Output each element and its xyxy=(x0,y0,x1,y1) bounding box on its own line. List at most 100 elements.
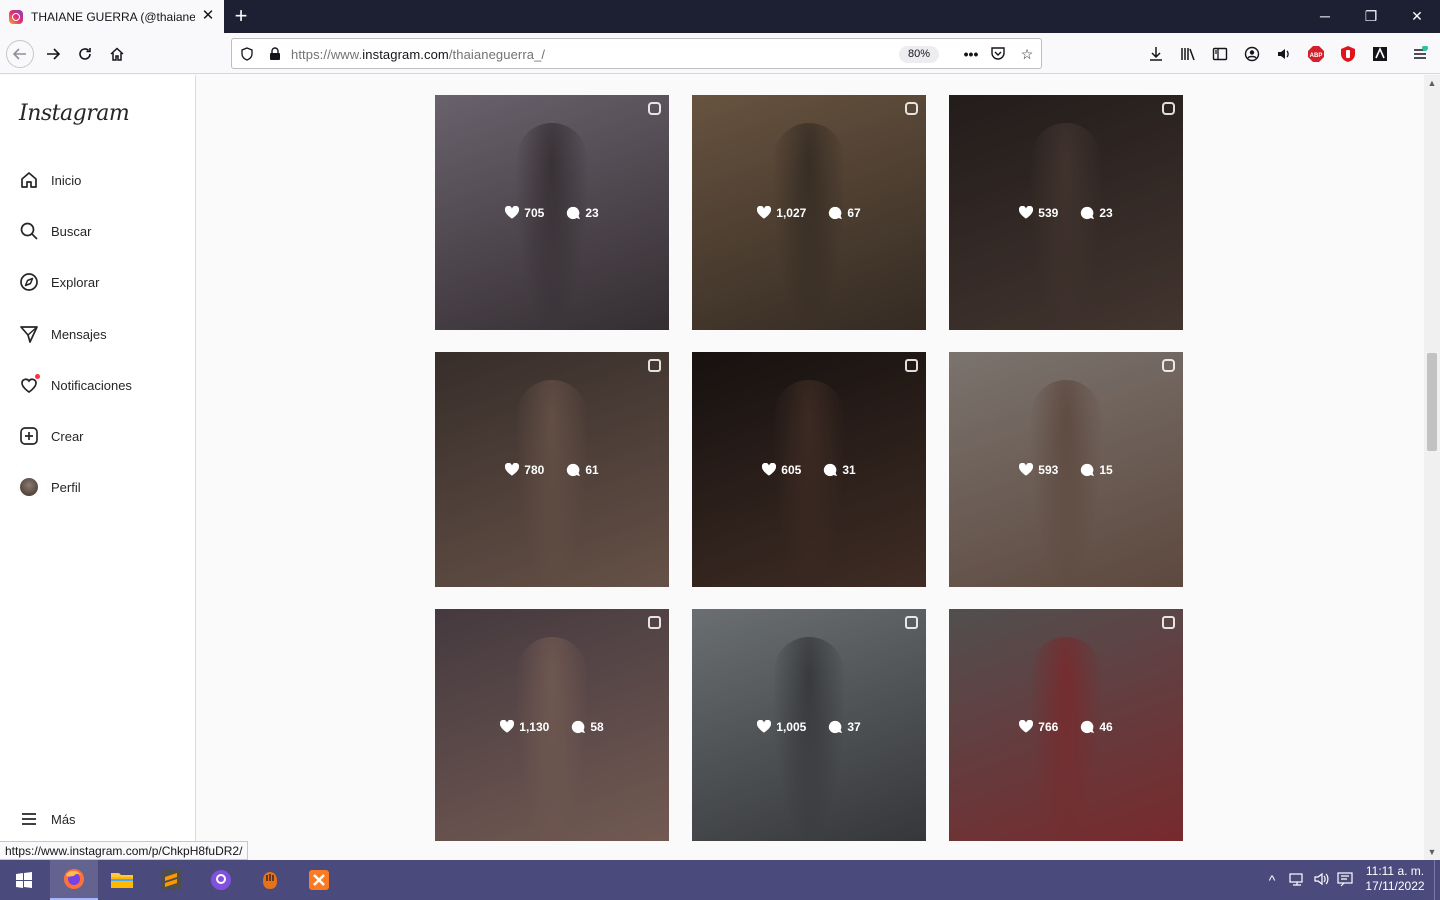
adblock-plus-icon[interactable]: ABP xyxy=(1305,43,1327,65)
forward-button[interactable] xyxy=(39,40,67,68)
zoom-level-badge[interactable]: 80% xyxy=(899,46,939,63)
compass-icon xyxy=(18,271,40,293)
like-count: 539 xyxy=(1019,206,1058,220)
post-thumbnail[interactable]: 605 31 xyxy=(692,352,926,587)
taskbar-xampp[interactable] xyxy=(295,860,343,900)
avatar-wrapper xyxy=(18,476,40,498)
windows-taskbar: ^ 11:11 a. m. 17/11/2022 xyxy=(0,860,1440,900)
home-button[interactable] xyxy=(103,40,131,68)
like-count: 605 xyxy=(762,463,801,477)
taskbar-github-desktop[interactable] xyxy=(197,860,245,900)
windows-start-button[interactable] xyxy=(0,860,48,900)
post-stats: 1,005 37 xyxy=(757,720,861,734)
input-indicator-icon[interactable] xyxy=(1336,871,1354,889)
url-bar[interactable]: https://www.instagram.com/thaianeguerra_… xyxy=(231,38,1042,69)
minimize-button[interactable]: ─ xyxy=(1302,0,1348,33)
post-thumbnail[interactable]: 1,130 58 xyxy=(435,609,669,841)
sidebar-item-inicio[interactable]: Inicio xyxy=(18,165,188,195)
tracking-shield-icon[interactable] xyxy=(238,45,256,63)
restore-button[interactable]: ❐ xyxy=(1348,0,1394,33)
heart-filled-icon xyxy=(505,206,520,219)
taskbar-sublime-text[interactable] xyxy=(147,860,195,900)
taskbar-file-explorer[interactable] xyxy=(98,860,146,900)
sublime-text-icon xyxy=(161,870,181,890)
page-actions-icon[interactable]: ••• xyxy=(962,45,980,63)
instagram-logo[interactable]: Instagram xyxy=(19,101,130,126)
new-tab-button[interactable]: + xyxy=(230,5,252,27)
post-thumbnail[interactable]: 1,005 37 xyxy=(692,609,926,841)
downloads-icon[interactable] xyxy=(1145,43,1167,65)
post-thumbnail[interactable]: 705 23 xyxy=(435,95,669,330)
sidebar-item-label: Buscar xyxy=(51,223,92,239)
browser-titlebar: THAIANE GUERRA (@thaianeguerra_) ✕ + ─ ❐… xyxy=(0,0,1440,33)
sidebar-item-crear[interactable]: Crear xyxy=(18,421,188,451)
post-stats: 1,130 58 xyxy=(500,719,604,734)
instagram-sidebar: Instagram Inicio Buscar Explorar Mensaje… xyxy=(0,75,196,841)
sidebar-item-perfil[interactable]: Perfil xyxy=(18,472,188,502)
heart-icon xyxy=(18,374,40,396)
windows-logo-icon xyxy=(16,872,32,888)
taskbar-app[interactable] xyxy=(246,860,294,900)
more-label: Más xyxy=(51,811,76,827)
page-scrollbar[interactable]: ▲ ▼ xyxy=(1424,75,1440,860)
back-button[interactable] xyxy=(6,40,34,68)
send-icon xyxy=(18,323,40,345)
instagram-favicon-icon xyxy=(9,9,23,24)
volume-icon[interactable] xyxy=(1273,43,1295,65)
heart-filled-icon xyxy=(1019,463,1034,476)
close-window-button[interactable]: ✕ xyxy=(1394,0,1440,33)
comment-bubble-icon xyxy=(828,720,843,734)
clock-time: 11:11 a. m. xyxy=(1365,864,1425,878)
sidebar-item-notificaciones[interactable]: Notificaciones xyxy=(18,370,188,400)
sidebar-item-buscar[interactable]: Buscar xyxy=(18,216,188,246)
lock-icon[interactable] xyxy=(266,45,284,63)
comment-bubble-icon xyxy=(1080,206,1095,220)
extension-icon[interactable] xyxy=(1369,43,1391,65)
ublock-icon[interactable] xyxy=(1337,43,1359,65)
post-thumbnail[interactable]: 1,027 67 xyxy=(692,95,926,330)
post-stats: 780 61 xyxy=(505,463,599,477)
bookmark-star-icon[interactable]: ☆ xyxy=(1018,45,1036,63)
sidebar-item-mas[interactable]: Más xyxy=(18,804,188,834)
tab-close-icon[interactable]: ✕ xyxy=(200,8,216,24)
like-count-value: 593 xyxy=(1038,462,1059,477)
comment-count-value: 58 xyxy=(590,719,604,734)
post-thumbnail[interactable]: 766 46 xyxy=(949,609,1183,841)
like-count: 705 xyxy=(505,206,544,220)
scroll-thumb[interactable] xyxy=(1427,353,1437,451)
sidebar-item-label: Perfil xyxy=(51,479,81,495)
menu-hamburger-icon[interactable] xyxy=(1409,43,1431,65)
sidebar-toggle-icon[interactable] xyxy=(1209,43,1231,65)
sidebar-item-label: Inicio xyxy=(51,172,82,188)
url-text[interactable]: https://www.instagram.com/thaianeguerra_… xyxy=(291,47,545,62)
comment-bubble-icon xyxy=(571,720,586,734)
comment-bubble-icon xyxy=(828,206,843,220)
network-icon[interactable] xyxy=(1288,871,1306,889)
post-thumbnail[interactable]: 780 61 xyxy=(435,352,669,587)
reel-icon xyxy=(1162,359,1175,372)
post-thumbnail[interactable]: 539 23 xyxy=(949,95,1183,330)
post-thumbnail[interactable]: 593 15 xyxy=(949,352,1183,587)
account-icon[interactable] xyxy=(1241,43,1263,65)
speaker-icon[interactable] xyxy=(1312,871,1330,889)
library-icon[interactable] xyxy=(1177,43,1199,65)
pocket-icon[interactable] xyxy=(989,45,1007,63)
tab-title: THAIANE GUERRA (@thaianeguerra_) xyxy=(31,9,195,24)
taskbar-firefox[interactable] xyxy=(50,860,98,900)
taskbar-clock[interactable]: 11:11 a. m. 17/11/2022 xyxy=(1364,864,1426,894)
sidebar-item-label: Crear xyxy=(51,428,84,444)
comment-count: 37 xyxy=(828,720,861,734)
post-stats: 539 23 xyxy=(1019,206,1113,220)
sidebar-item-label: Mensajes xyxy=(51,326,107,342)
sidebar-item-explorar[interactable]: Explorar xyxy=(18,267,188,297)
like-count: 1,027 xyxy=(757,206,806,220)
scroll-up-arrow-icon[interactable]: ▲ xyxy=(1424,75,1440,91)
scroll-down-arrow-icon[interactable]: ▼ xyxy=(1424,844,1440,860)
browser-tab[interactable]: THAIANE GUERRA (@thaianeguerra_) ✕ xyxy=(0,0,224,33)
show-desktop-button[interactable] xyxy=(1434,860,1440,900)
tray-chevron-up-icon[interactable]: ^ xyxy=(1263,871,1281,889)
sidebar-item-mensajes[interactable]: Mensajes xyxy=(18,319,188,349)
reload-button[interactable] xyxy=(71,40,99,68)
heart-filled-icon xyxy=(500,720,515,733)
heart-filled-icon xyxy=(762,463,777,476)
